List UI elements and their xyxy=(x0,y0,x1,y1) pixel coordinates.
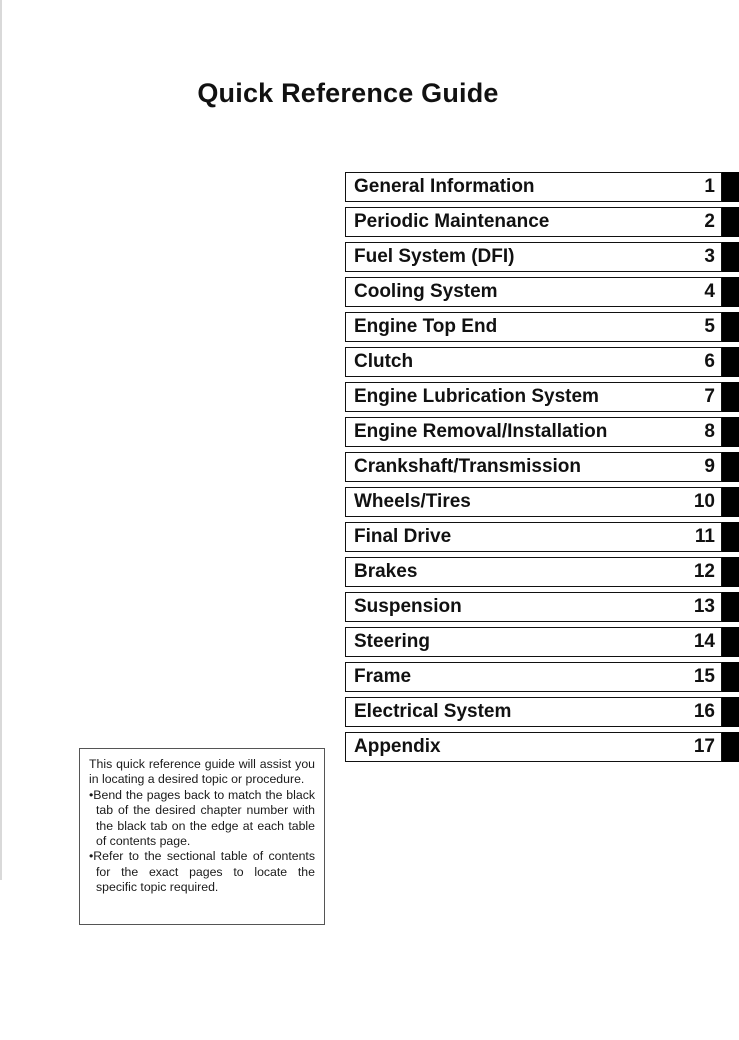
chapter-thumb-tab xyxy=(722,522,739,552)
chapter-thumb-tab xyxy=(722,697,739,727)
chapter-label: Suspension xyxy=(354,596,462,617)
chapter-row[interactable]: Crankshaft/Transmission 9 xyxy=(345,452,739,482)
chapter-thumb-tab xyxy=(722,172,739,202)
chapter-number: 7 xyxy=(704,386,715,407)
chapter-box[interactable]: Periodic Maintenance 2 xyxy=(345,207,722,237)
chapter-row[interactable]: Suspension 13 xyxy=(345,592,739,622)
chapter-row[interactable]: Frame 15 xyxy=(345,662,739,692)
chapter-thumb-tab xyxy=(722,207,739,237)
chapter-row[interactable]: Appendix 17 xyxy=(345,732,739,762)
chapter-thumb-tab xyxy=(722,277,739,307)
chapter-thumb-tab xyxy=(722,312,739,342)
chapter-label: Engine Top End xyxy=(354,316,498,337)
chapter-box[interactable]: Engine Top End 5 xyxy=(345,312,722,342)
chapter-box[interactable]: Engine Lubrication System 7 xyxy=(345,382,722,412)
chapter-thumb-tab xyxy=(722,242,739,272)
chapter-row[interactable]: Cooling System 4 xyxy=(345,277,739,307)
chapter-label: General Information xyxy=(354,176,535,197)
chapter-row[interactable]: Periodic Maintenance 2 xyxy=(345,207,739,237)
chapter-box[interactable]: Appendix 17 xyxy=(345,732,722,762)
chapter-number: 6 xyxy=(704,351,715,372)
chapter-box[interactable]: Cooling System 4 xyxy=(345,277,722,307)
chapter-thumb-tab xyxy=(722,347,739,377)
chapter-row[interactable]: Engine Removal/Installation 8 xyxy=(345,417,739,447)
chapter-number: 17 xyxy=(693,736,715,757)
chapter-label: Cooling System xyxy=(354,281,498,302)
chapter-number: 16 xyxy=(693,701,715,722)
chapter-label: Engine Lubrication System xyxy=(354,386,599,407)
chapter-thumb-tab xyxy=(722,592,739,622)
chapter-box[interactable]: Brakes 12 xyxy=(345,557,722,587)
chapter-box[interactable]: Frame 15 xyxy=(345,662,722,692)
chapter-label: Crankshaft/Transmission xyxy=(354,456,582,477)
chapter-thumb-tab xyxy=(722,452,739,482)
usage-note-box: This quick reference guide will assist y… xyxy=(79,748,325,925)
chapter-box[interactable]: Wheels/Tires 10 xyxy=(345,487,722,517)
note-bullet-item: •Bend the pages back to match the black … xyxy=(89,787,315,849)
chapter-box[interactable]: General Information 1 xyxy=(345,172,722,202)
chapter-box[interactable]: Steering 14 xyxy=(345,627,722,657)
chapter-row[interactable]: Engine Top End 5 xyxy=(345,312,739,342)
chapter-index-table: General Information 1 Periodic Maintenan… xyxy=(345,172,739,762)
chapter-number: 1 xyxy=(704,176,715,197)
chapter-thumb-tab xyxy=(722,417,739,447)
chapter-number: 9 xyxy=(704,456,715,477)
chapter-box[interactable]: Crankshaft/Transmission 9 xyxy=(345,452,722,482)
chapter-row[interactable]: Electrical System 16 xyxy=(345,697,739,727)
chapter-number: 10 xyxy=(693,491,715,512)
chapter-label: Brakes xyxy=(354,561,418,582)
chapter-number: 14 xyxy=(693,631,715,652)
chapter-label: Electrical System xyxy=(354,701,512,722)
chapter-row[interactable]: Engine Lubrication System 7 xyxy=(345,382,739,412)
chapter-thumb-tab xyxy=(722,382,739,412)
chapter-label: Clutch xyxy=(354,351,414,372)
chapter-row[interactable]: Steering 14 xyxy=(345,627,739,657)
chapter-label: Appendix xyxy=(354,736,441,757)
chapter-label: Steering xyxy=(354,631,431,652)
chapter-number: 5 xyxy=(704,316,715,337)
chapter-row[interactable]: Wheels/Tires 10 xyxy=(345,487,739,517)
chapter-number: 2 xyxy=(704,211,715,232)
chapter-label: Final Drive xyxy=(354,526,452,547)
chapter-thumb-tab xyxy=(722,732,739,762)
chapter-number: 8 xyxy=(704,421,715,442)
page-edge-rule xyxy=(0,0,2,880)
chapter-thumb-tab xyxy=(722,557,739,587)
chapter-box[interactable]: Fuel System (DFI) 3 xyxy=(345,242,722,272)
chapter-label: Fuel System (DFI) xyxy=(354,246,515,267)
chapter-row[interactable]: Final Drive 11 xyxy=(345,522,739,552)
chapter-number: 4 xyxy=(704,281,715,302)
chapter-thumb-tab xyxy=(722,627,739,657)
chapter-number: 11 xyxy=(694,526,715,547)
chapter-number: 12 xyxy=(693,561,715,582)
chapter-row[interactable]: General Information 1 xyxy=(345,172,739,202)
chapter-number: 15 xyxy=(693,666,715,687)
chapter-label: Frame xyxy=(354,666,412,687)
chapter-box[interactable]: Clutch 6 xyxy=(345,347,722,377)
note-bullet-item: •Refer to the sectional table of content… xyxy=(89,849,315,895)
document-page: Quick Reference Guide General Informatio… xyxy=(0,0,739,1040)
chapter-number: 3 xyxy=(704,246,715,267)
chapter-box[interactable]: Engine Removal/Installation 8 xyxy=(345,417,722,447)
chapter-box[interactable]: Electrical System 16 xyxy=(345,697,722,727)
chapter-label: Wheels/Tires xyxy=(354,491,471,512)
page-title: Quick Reference Guide xyxy=(197,78,499,108)
chapter-thumb-tab xyxy=(722,662,739,692)
note-intro-text: This quick reference guide will assist y… xyxy=(89,757,315,787)
chapter-row[interactable]: Clutch 6 xyxy=(345,347,739,377)
chapter-thumb-tab xyxy=(722,487,739,517)
chapter-label: Periodic Maintenance xyxy=(354,211,550,232)
chapter-row[interactable]: Fuel System (DFI) 3 xyxy=(345,242,739,272)
chapter-box[interactable]: Final Drive 11 xyxy=(345,522,722,552)
chapter-label: Engine Removal/Installation xyxy=(354,421,608,442)
chapter-row[interactable]: Brakes 12 xyxy=(345,557,739,587)
chapter-box[interactable]: Suspension 13 xyxy=(345,592,722,622)
chapter-number: 13 xyxy=(693,596,715,617)
